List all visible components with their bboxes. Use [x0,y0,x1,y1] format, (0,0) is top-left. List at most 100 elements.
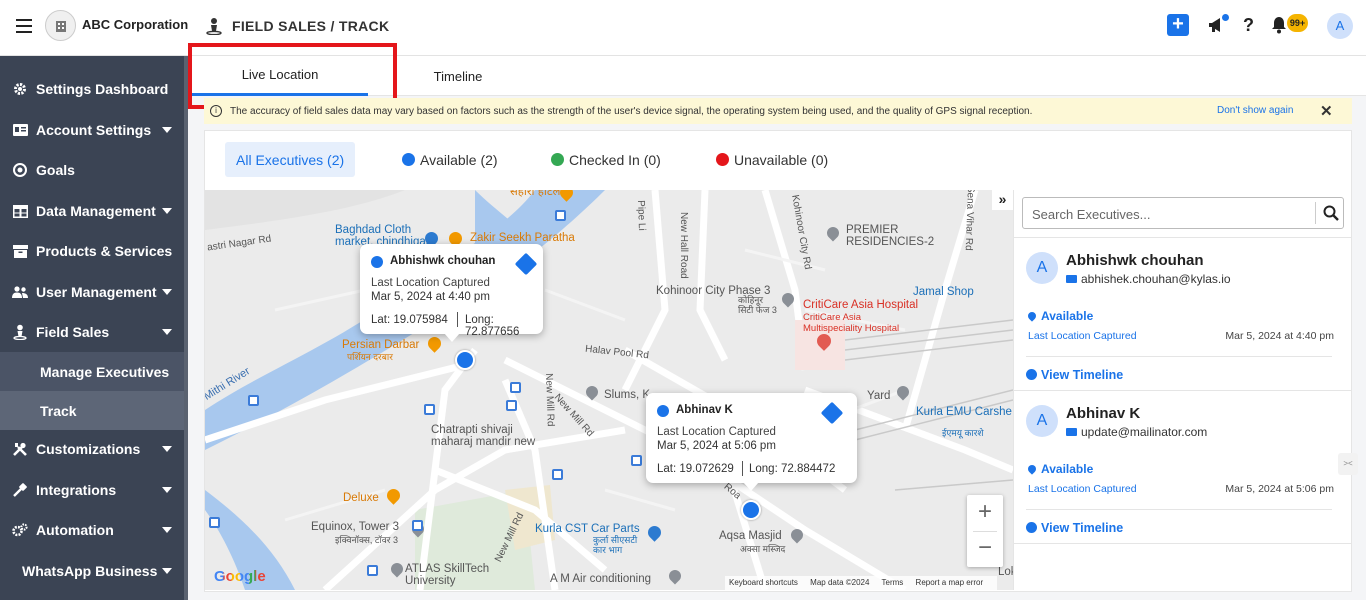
view-timeline-link[interactable]: View Timeline [1026,521,1123,535]
bus-stop-icon[interactable] [248,395,259,406]
tab-bar: Live Location Timeline [188,56,1366,96]
sidebar-scrollbar[interactable] [184,56,188,600]
bus-stop-icon[interactable] [552,469,563,480]
search-executives-input[interactable]: Search Executives... [1022,197,1344,229]
user-avatar[interactable]: A [1327,13,1353,39]
add-icon[interactable]: + [1167,14,1189,36]
sidebar-item-label: Automation [36,522,114,538]
sidebar-subitem-track[interactable]: Track [0,391,184,430]
bus-stop-icon[interactable] [367,565,378,576]
search-icon[interactable] [1323,205,1339,221]
map-place-label: इक्विनॉक्स, टॉवर 3 [335,535,398,545]
last-location-label: Last Location Captured [1028,330,1137,342]
tab-live-location[interactable]: Live Location [192,56,368,96]
filter-checked-in[interactable]: Checked In (0) [551,142,661,177]
popup-separator [457,312,458,327]
zoom-out-button[interactable]: − [967,531,1003,567]
dont-show-again-link[interactable]: Don't show again [1217,105,1293,116]
sidebar-item-label: Products & Services [36,243,173,259]
filter-unavailable[interactable]: Unavailable (0) [716,142,828,177]
view-timeline-link[interactable]: View Timeline [1026,368,1123,382]
sidebar-item-automation[interactable]: Automation [0,510,184,550]
popup-lat: Lat: 19.072629 [657,463,734,475]
sidebar-item-account-settings[interactable]: Account Settings [0,110,184,150]
collapse-panel-icon[interactable]: » [992,190,1013,210]
sidebar-item-goals[interactable]: Goals [0,150,184,190]
clock-icon [1026,522,1037,533]
popup-lng: Long: 72.877656 [465,314,520,338]
executives-panel: Search Executives... A Abhishwk chouhan … [1013,190,1352,590]
terms-link[interactable]: Terms [882,578,904,587]
bus-stop-icon[interactable] [631,455,642,466]
filter-all-executives[interactable]: All Executives (2) [225,142,356,177]
report-map-error-link[interactable]: Report a map error [916,578,984,587]
bell-icon[interactable] [1271,16,1289,36]
info-icon: i [210,105,222,117]
hamburger-menu-icon[interactable] [16,19,32,33]
popup-tail [743,482,759,491]
executive-card[interactable]: A Abhinav K update@mailinator.com Availa… [1014,390,1352,544]
close-icon[interactable]: ✕ [1320,102,1333,120]
filter-label: Unavailable (0) [734,151,829,168]
map-place-label: CritiCare Asia Multispeciality Hospital [803,312,900,334]
executive-name: Abhishwk chouhan [1066,252,1204,269]
caret-down-icon [162,289,172,295]
tools-icon [12,441,28,457]
cogs-icon [12,522,28,538]
map-road-label: New Mill Rd [543,373,556,427]
sidebar-subitem-label: Manage Executives [40,364,170,380]
map-place-label: PREMIER RESIDENCIES-2 [846,224,935,248]
map-place-label: Kurla EMU Carshe [916,406,1012,418]
envelope-icon [1066,275,1077,283]
caret-down-icon [162,527,172,533]
bus-stop-icon[interactable] [555,210,566,221]
sidebar-item-whatsapp-business[interactable]: WhatsApp Business [0,551,184,591]
bus-stop-icon[interactable] [209,517,220,528]
top-bar: ABC Corporation FIELD SALES / TRACK + ? … [0,0,1366,56]
sidebar-item-products-services[interactable]: Products & Services [0,231,184,271]
bus-stop-icon[interactable] [424,404,435,415]
bus-stop-icon[interactable] [412,520,423,531]
keyboard-shortcuts-link[interactable]: Keyboard shortcuts [729,578,798,587]
sidebar-subitem-manage-executives[interactable]: Manage Executives [0,352,184,391]
executive-popup: Abhinav K Last Location Captured Mar 5, … [646,393,857,491]
caret-down-icon [162,208,172,214]
sidebar-item-user-management[interactable]: User Management [0,272,184,312]
sidebar-item-label: User Management [36,284,157,300]
executive-location-marker[interactable] [741,500,761,520]
executive-avatar: A [1026,252,1058,284]
map-road-label: New Hall Road [678,212,689,279]
floating-widget-handle[interactable]: >< [1338,453,1358,475]
filter-available[interactable]: Available (2) [402,142,498,177]
sidebar-item-field-sales[interactable]: Field Sales [0,312,184,352]
executive-name: Abhinav K [1066,405,1141,422]
help-icon[interactable]: ? [1243,15,1254,36]
status-available: Available [1026,309,1093,323]
sidebar-item-customizations[interactable]: Customizations [0,429,184,469]
map[interactable]: सहारा हॉटल Baghdad Cloth market, chindhi… [205,190,1013,590]
executive-location-marker[interactable] [455,350,475,370]
sidebar-item-label: Field Sales [36,324,110,340]
directions-icon[interactable] [820,401,844,425]
bus-stop-icon[interactable] [506,400,517,411]
map-place-label: Lok [998,566,1013,578]
executive-avatar: A [1026,405,1058,437]
sidebar-item-data-management[interactable]: Data Management [0,191,184,231]
map-place-label: सहारा हॉटल [510,190,561,198]
last-location-time: Mar 5, 2024 at 5:06 pm [1225,483,1334,495]
sidebar-item-integrations[interactable]: Integrations [0,470,184,510]
tab-timeline[interactable]: Timeline [388,56,528,96]
sidebar-item-label: Goals [36,162,75,178]
megaphone-icon[interactable] [1207,14,1229,36]
bus-stop-icon[interactable] [510,382,521,393]
zoom-in-button[interactable]: + [967,495,1003,531]
executive-card[interactable]: A Abhishwk chouhan abhishek.chouhan@kyla… [1014,237,1352,391]
caret-down-icon [162,568,172,574]
map-place-label: ईएमयू कारशे [942,428,984,438]
status-dot [657,405,669,417]
target-icon [12,162,28,178]
popup-label: Last Location Captured [371,277,490,289]
org-name: ABC Corporation [82,17,189,32]
sidebar-item-settings-dashboard[interactable]: Settings Dashboard [0,69,184,109]
directions-icon[interactable] [514,252,538,276]
